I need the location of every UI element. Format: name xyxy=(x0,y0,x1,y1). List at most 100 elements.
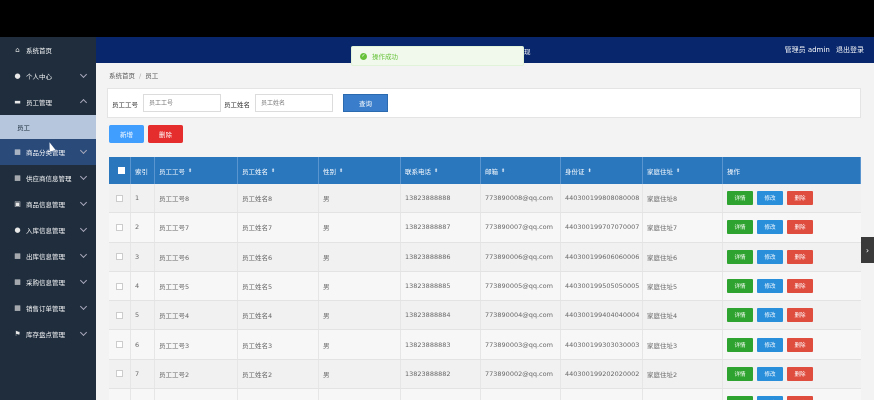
detail-button[interactable]: 详情 xyxy=(727,337,753,352)
row-checkbox[interactable] xyxy=(116,341,123,349)
edit-button[interactable]: 修改 xyxy=(757,396,783,400)
row-actions: 详情修改删除 xyxy=(723,330,861,358)
emp-no-input[interactable] xyxy=(143,94,221,112)
sort-icon[interactable]: ⬍ xyxy=(501,168,505,174)
cell-index: 8 xyxy=(131,389,155,400)
sort-icon[interactable]: ⬍ xyxy=(588,168,592,174)
sidebar-item-label: 入库信息管理 xyxy=(26,227,65,235)
sidebar-item[interactable]: ▦ 出库信息管理 xyxy=(0,243,96,269)
column-header[interactable]: 身份证 ⬍ xyxy=(561,157,643,184)
table-header: 索引 员工工号 ⬍ 员工姓名 ⬍ 性别 ⬍ 联系电话 ⬍ 邮箱 ⬍ 身份证 ⬍ 家庭住址 ⬍ 操作 xyxy=(109,157,861,184)
edit-button[interactable]: 修改 xyxy=(757,249,783,264)
cell-index: 3 xyxy=(131,242,155,271)
column-header-label: 家庭住址 xyxy=(647,167,673,176)
right-expand-tab[interactable]: › xyxy=(861,237,874,263)
row-checkbox[interactable] xyxy=(116,282,123,290)
sidebar-item[interactable]: ⚑ 库存盘点管理 xyxy=(0,321,96,347)
sidebar-item[interactable]: ▬ 员工管理 xyxy=(0,89,96,115)
delete-button[interactable]: 删除 xyxy=(787,220,813,235)
sidebar-item[interactable]: ▦ 供应商信息管理 xyxy=(0,165,96,191)
column-header[interactable]: 邮箱 ⬍ xyxy=(481,157,561,184)
table-row: 5 员工工号4 员工姓名4 男 13823888884 773890004@qq.com 4… xyxy=(109,301,861,331)
detail-button[interactable]: 详情 xyxy=(727,191,753,206)
sidebar-item[interactable]: ▦ 销售订单管理 xyxy=(0,295,96,321)
cell-index: 6 xyxy=(131,330,155,359)
sidebar-item[interactable]: ● 入库信息管理 xyxy=(0,217,96,243)
column-header[interactable]: 联系电话 ⬍ xyxy=(401,157,481,184)
edit-button[interactable]: 修改 xyxy=(757,220,783,235)
sidebar-item-label: 商品信息管理 xyxy=(26,201,65,209)
edit-button[interactable]: 修改 xyxy=(757,279,783,294)
search-button[interactable]: 查询 xyxy=(343,94,388,112)
detail-button[interactable]: 详情 xyxy=(727,249,753,264)
sidebar-item[interactable]: ⌂ 系统首页 xyxy=(0,37,96,63)
select-all-checkbox[interactable] xyxy=(118,167,125,174)
chevron-down-icon xyxy=(79,172,88,181)
cell-emp-name: 员工姓名8 xyxy=(238,184,319,213)
cell-gender: 男 xyxy=(319,359,401,389)
header-partial-title: 现 xyxy=(524,48,531,56)
logout-link[interactable]: 退出登录 xyxy=(836,46,864,54)
row-checkbox[interactable] xyxy=(116,194,123,202)
sidebar-item[interactable]: 员工 xyxy=(0,115,96,139)
chevron-up-icon xyxy=(79,98,88,107)
sidebar-item[interactable]: ▦ 采购信息管理 xyxy=(0,269,96,295)
cell-email: 773890007@qq.com xyxy=(481,213,561,242)
sort-icon[interactable]: ⬍ xyxy=(339,168,343,174)
detail-button[interactable]: 详情 xyxy=(727,279,753,294)
column-header[interactable]: 员工姓名 ⬍ xyxy=(238,157,319,184)
admin-label: 管理员 admin xyxy=(784,46,830,54)
edit-button[interactable]: 修改 xyxy=(757,337,783,352)
column-header[interactable]: 员工工号 ⬍ xyxy=(155,157,238,184)
chevron-right-icon: › xyxy=(865,245,870,255)
detail-button[interactable]: 详情 xyxy=(727,220,753,235)
row-actions: 详情修改删除 xyxy=(723,213,861,241)
sidebar-item-label: 员工 xyxy=(17,124,30,132)
emp-name-input[interactable] xyxy=(255,94,333,112)
cell-phone: 13823888885 xyxy=(401,271,481,301)
column-header[interactable]: 性别 ⬍ xyxy=(319,157,401,184)
detail-button[interactable]: 详情 xyxy=(727,366,753,381)
edit-button[interactable]: 修改 xyxy=(757,308,783,323)
detail-button[interactable]: 详情 xyxy=(727,308,753,323)
table-row: 8员工工号1员工姓名1男13823888881773890001@qq.com4… xyxy=(109,389,861,400)
delete-button[interactable]: 删除 xyxy=(787,191,813,206)
edit-button[interactable]: 修改 xyxy=(757,366,783,381)
breadcrumb-home[interactable]: 系统首页 xyxy=(109,72,135,80)
cell-phone: 13823888888 xyxy=(401,184,481,213)
chevron-down-icon xyxy=(79,302,88,311)
add-button[interactable]: 新增 xyxy=(109,125,144,143)
delete-button[interactable]: 删除 xyxy=(787,279,813,294)
row-checkbox[interactable] xyxy=(116,370,123,378)
column-header-label: 索引 xyxy=(135,167,148,176)
sidebar-item[interactable]: ▣ 商品信息管理 xyxy=(0,191,96,217)
column-header[interactable]: 家庭住址 ⬍ xyxy=(643,157,723,184)
user-icon: ● xyxy=(14,72,21,80)
edit-button[interactable]: 修改 xyxy=(757,191,783,206)
column-header-label: 性别 xyxy=(323,167,336,176)
cell-emp-no: 员工工号7 xyxy=(155,213,238,242)
sort-icon[interactable]: ⬍ xyxy=(434,168,438,174)
row-checkbox-cell xyxy=(109,301,131,330)
chevron-down-icon xyxy=(79,146,88,155)
sort-icon[interactable]: ⬍ xyxy=(271,168,275,174)
table-row: 2 员工工号7 员工姓名7 男 13823888887 773890007@qq.com 4… xyxy=(109,213,861,243)
delete-button[interactable]: 删除 xyxy=(787,337,813,352)
sort-icon[interactable]: ⬍ xyxy=(676,168,680,174)
delete-button[interactable]: 删除 xyxy=(787,249,813,264)
cell-id-card: 440300199404040004 xyxy=(561,301,643,330)
table-row: 6 员工工号3 员工姓名3 男 13823888883 773890003@qq.com 4… xyxy=(109,330,861,360)
delete-button[interactable]: 删除 xyxy=(787,308,813,323)
row-checkbox[interactable] xyxy=(116,311,123,319)
cell-address: 家庭住址1 xyxy=(643,389,723,400)
sidebar-item[interactable]: ● 个人中心 xyxy=(0,63,96,89)
delete-button[interactable]: 删除 xyxy=(787,396,813,400)
detail-button[interactable]: 详情 xyxy=(727,396,753,400)
delete-button[interactable]: 删除 xyxy=(787,366,813,381)
sort-icon[interactable]: ⬍ xyxy=(188,168,192,174)
row-checkbox[interactable] xyxy=(116,253,123,261)
column-header-label: 邮箱 xyxy=(485,167,498,176)
row-checkbox[interactable] xyxy=(116,223,123,231)
chevron-down-icon xyxy=(79,276,88,285)
batch-delete-button[interactable]: 删除 xyxy=(148,125,183,143)
